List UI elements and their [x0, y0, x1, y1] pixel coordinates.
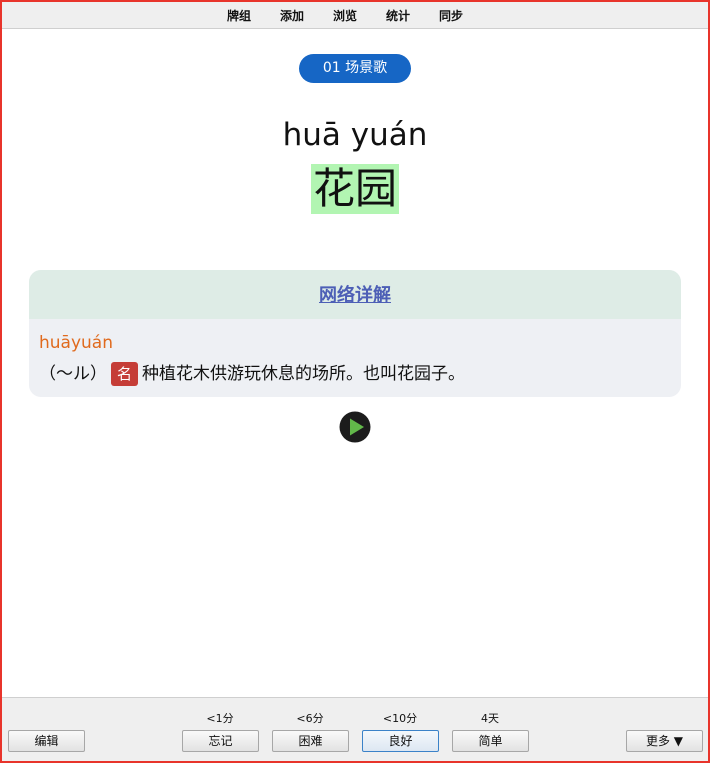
web-details-link[interactable]: 网络详解	[319, 285, 391, 306]
again-button[interactable]: 忘记	[182, 730, 259, 752]
edit-button[interactable]: 编辑	[8, 730, 85, 752]
menu-decks[interactable]: 牌组	[227, 7, 251, 24]
word-hanzi: 花园	[310, 164, 399, 214]
menu-sync[interactable]: 同步	[439, 7, 463, 24]
menu-add[interactable]: 添加	[280, 7, 304, 24]
play-icon	[339, 411, 371, 443]
play-audio-button[interactable]	[339, 411, 371, 443]
definition-card-header: 网络详解	[29, 270, 681, 319]
hard-button[interactable]: 困难	[272, 730, 349, 752]
word-pinyin: huā yuán	[282, 117, 428, 153]
easy-interval-hint: 4天	[481, 712, 499, 725]
again-interval-hint: <1分	[206, 712, 234, 725]
hard-interval-hint: <6分	[296, 712, 324, 725]
menu-stats[interactable]: 统计	[386, 7, 410, 24]
word-hanzi-container: 花园	[2, 164, 708, 214]
definition-card: 网络详解 huāyuán （～ル）名种植花木供游玩休息的场所。也叫花园子。	[29, 270, 681, 397]
good-interval-hint: <10分	[382, 712, 418, 725]
bottom-toolbar: 编辑 <1分 忘记 <6分 困难 <10分 良好 4天 简单 更多 ▼	[2, 697, 708, 761]
more-button[interactable]: 更多 ▼	[626, 730, 703, 752]
deck-tag: 01 场景歌	[299, 54, 411, 83]
part-of-speech-badge: 名	[111, 362, 139, 386]
good-button[interactable]: 良好	[362, 730, 439, 752]
menu-browse[interactable]: 浏览	[333, 7, 357, 24]
definition-pinyin: huāyuán	[39, 333, 113, 353]
top-menu-bar: 牌组 添加 浏览 统计 同步	[2, 2, 708, 29]
definition-prefix: （～ル）	[39, 364, 107, 384]
easy-button[interactable]: 简单	[452, 730, 529, 752]
definition-line: （～ル）名种植花木供游玩休息的场所。也叫花园子。	[39, 359, 465, 386]
review-window: 牌组 添加 浏览 统计 同步 01 场景歌 huā yuán 花园 网络详解 h…	[2, 2, 708, 761]
definition-text: 种植花木供游玩休息的场所。也叫花园子。	[142, 364, 466, 384]
